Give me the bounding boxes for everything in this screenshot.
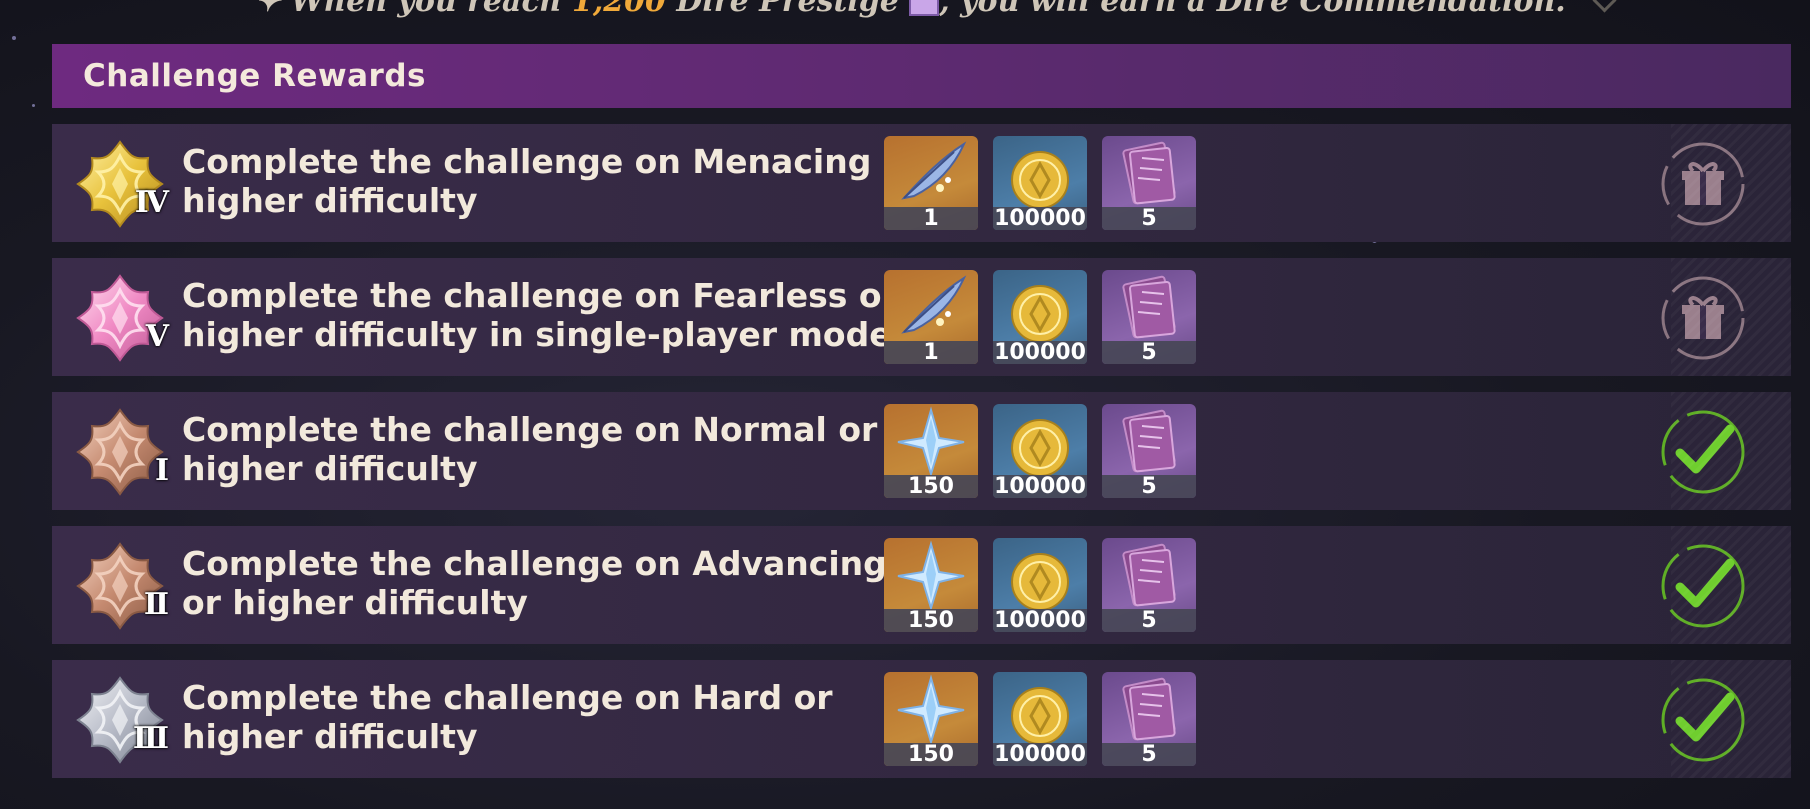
challenge-rewards-header: Challenge Rewards [52,44,1791,108]
reward-item[interactable]: 150 [884,404,978,498]
claim-gift-icon[interactable] [1660,275,1746,361]
reward-item[interactable]: 100000 [993,404,1087,498]
reward-list: 1 100000 5 [884,136,1196,230]
reward-item[interactable]: 5 [1102,404,1196,498]
reward-item[interactable]: 100000 [993,672,1087,766]
reward-item[interactable]: 100000 [993,538,1087,632]
reward-list: 150 100000 5 [884,672,1196,766]
chevron-down-icon[interactable] [1592,0,1617,13]
prestige-threshold: 1,200 [571,0,666,19]
difficulty-badge-icon: V [74,272,169,364]
reward-quantity: 1 [884,207,978,230]
reward-quantity: 100000 [993,474,1087,498]
challenge-description: Complete the challenge on Normal or high… [182,410,878,488]
reward-quantity: 150 [884,609,978,632]
prestige-note-prefix: ✦ When you reach [255,0,572,19]
difficulty-badge-icon: I [74,406,169,498]
challenge-row: V Complete the challenge on Fearless or h… [52,258,1791,376]
reward-quantity: 150 [884,475,978,498]
difficulty-badge-icon: III [74,674,169,766]
challenge-row: III Complete the challenge on Hard or hig… [52,660,1791,778]
reward-quantity: 5 [1102,743,1196,766]
reward-item[interactable]: 5 [1102,538,1196,632]
claim-gift-icon[interactable] [1660,141,1746,227]
reward-quantity: 100000 [993,206,1087,230]
challenge-description: Complete the challenge on Fearless or hi… [182,276,898,354]
difficulty-numeral: IV [134,185,169,220]
challenge-row: IV Complete the challenge on Menacing or … [52,124,1791,242]
completed-check-icon [1660,677,1746,763]
difficulty-numeral: I [154,453,169,488]
reward-quantity: 100000 [993,608,1087,632]
challenge-row: I Complete the challenge on Normal or hig… [52,392,1791,510]
reward-item[interactable]: 150 [884,672,978,766]
reward-item[interactable]: 150 [884,538,978,632]
reward-item[interactable]: 5 [1102,672,1196,766]
sparkle-dot [12,36,16,40]
reward-quantity: 5 [1102,341,1196,364]
challenge-description: Complete the challenge on Menacing or hi… [182,142,922,220]
completed-check-icon [1660,543,1746,629]
reward-item[interactable]: 100000 [993,270,1087,364]
difficulty-badge-icon: IV [74,138,169,230]
reward-quantity: 5 [1102,609,1196,632]
difficulty-numeral: II [143,587,169,622]
reward-quantity: 1 [884,341,978,364]
difficulty-numeral: V [145,319,169,354]
completed-check-icon [1660,409,1746,495]
reward-quantity: 100000 [993,340,1087,364]
reward-quantity: 150 [884,743,978,766]
sparkle-dot [32,104,35,107]
challenge-description: Complete the challenge on Hard or higher… [182,678,833,756]
reward-quantity: 5 [1102,475,1196,498]
reward-list: 150 100000 5 [884,538,1196,632]
reward-item[interactable]: 100000 [993,136,1087,230]
prestige-icon [909,0,940,16]
reward-item[interactable]: 1 [884,136,978,230]
reward-list: 1 100000 5 [884,270,1196,364]
reward-item[interactable]: 5 [1102,136,1196,230]
difficulty-badge-icon: II [74,540,169,632]
prestige-note-suffix: , you will earn a Dire Commendation. [939,0,1566,19]
reward-list: 150 100000 5 [884,404,1196,498]
prestige-note-middle: Dire Prestige [665,0,910,19]
reward-item[interactable]: 5 [1102,270,1196,364]
reward-quantity: 5 [1102,207,1196,230]
reward-quantity: 100000 [993,742,1087,766]
challenge-description: Complete the challenge on Advancing or h… [182,544,887,622]
difficulty-numeral: III [132,721,169,756]
challenge-row: II Complete the challenge on Advancing or… [52,526,1791,644]
prestige-note: ✦ When you reach 1,200 Dire Prestige , y… [255,0,1566,19]
section-title: Challenge Rewards [83,58,426,94]
reward-item[interactable]: 1 [884,270,978,364]
